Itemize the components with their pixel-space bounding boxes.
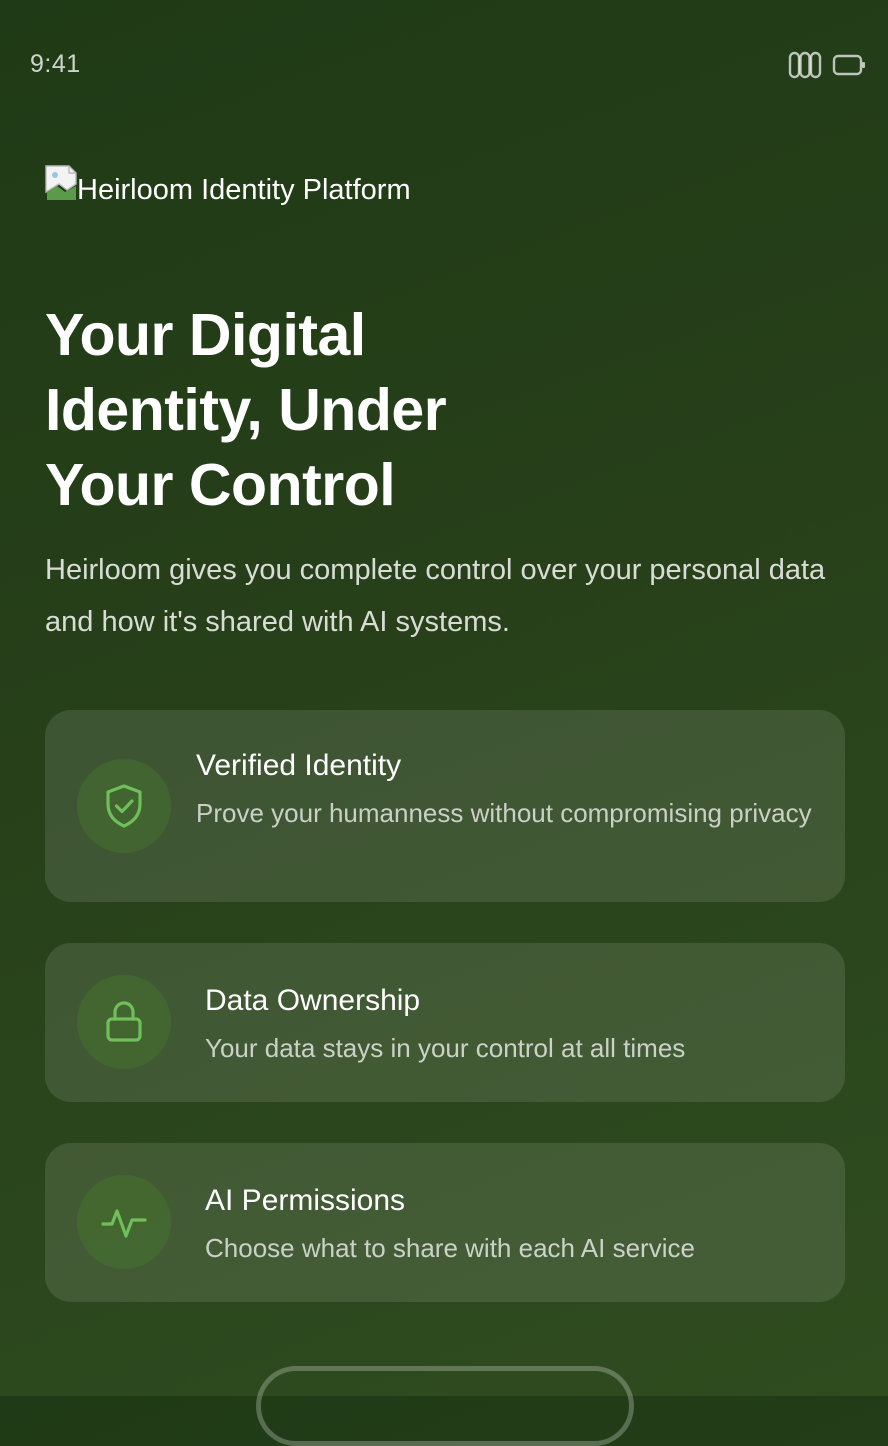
feature-title: AI Permissions [205, 1184, 406, 1217]
feature-title: Data Ownership [205, 984, 421, 1017]
battery-icon [832, 54, 865, 76]
feature-icon-circle [77, 1175, 171, 1269]
feature-text: Verified Identity Prove your humanness w… [196, 748, 815, 833]
brand-alt-text: Heirloom Identity Platform [77, 174, 411, 206]
feature-card-verified-identity[interactable]: Verified Identity Prove your humanness w… [45, 710, 845, 902]
primary-action-button[interactable] [256, 1366, 634, 1446]
feature-text: AI Permissions Choose what to share with… [205, 1183, 815, 1268]
feature-description: Prove your humanness without compromisin… [196, 798, 812, 828]
status-icons [788, 50, 866, 80]
feature-card-ai-permissions[interactable]: AI Permissions Choose what to share with… [45, 1143, 845, 1302]
feature-card-data-ownership[interactable]: Data Ownership Your data stays in your c… [45, 943, 845, 1102]
feature-icon-circle [77, 975, 171, 1069]
hero-description: Heirloom gives you complete control over… [45, 554, 826, 638]
signal-icon [788, 51, 822, 79]
status-time: 9:41 [30, 50, 81, 78]
shield-check-icon [106, 784, 142, 828]
hero-title: Your Digital Identity, Under Your Contro… [45, 302, 447, 518]
feature-icon-circle [77, 759, 171, 853]
activity-icon [101, 1209, 147, 1238]
lock-icon [106, 1001, 142, 1042]
feature-title: Verified Identity [196, 749, 402, 782]
feature-description: Choose what to share with each AI servic… [205, 1233, 695, 1263]
brand-logo: Heirloom Identity Platform [45, 165, 411, 205]
feature-description: Your data stays in your control at all t… [205, 1033, 686, 1063]
feature-text: Data Ownership Your data stays in your c… [205, 983, 815, 1068]
status-bar: 9:41 [0, 0, 888, 130]
broken-image-icon [45, 165, 77, 201]
